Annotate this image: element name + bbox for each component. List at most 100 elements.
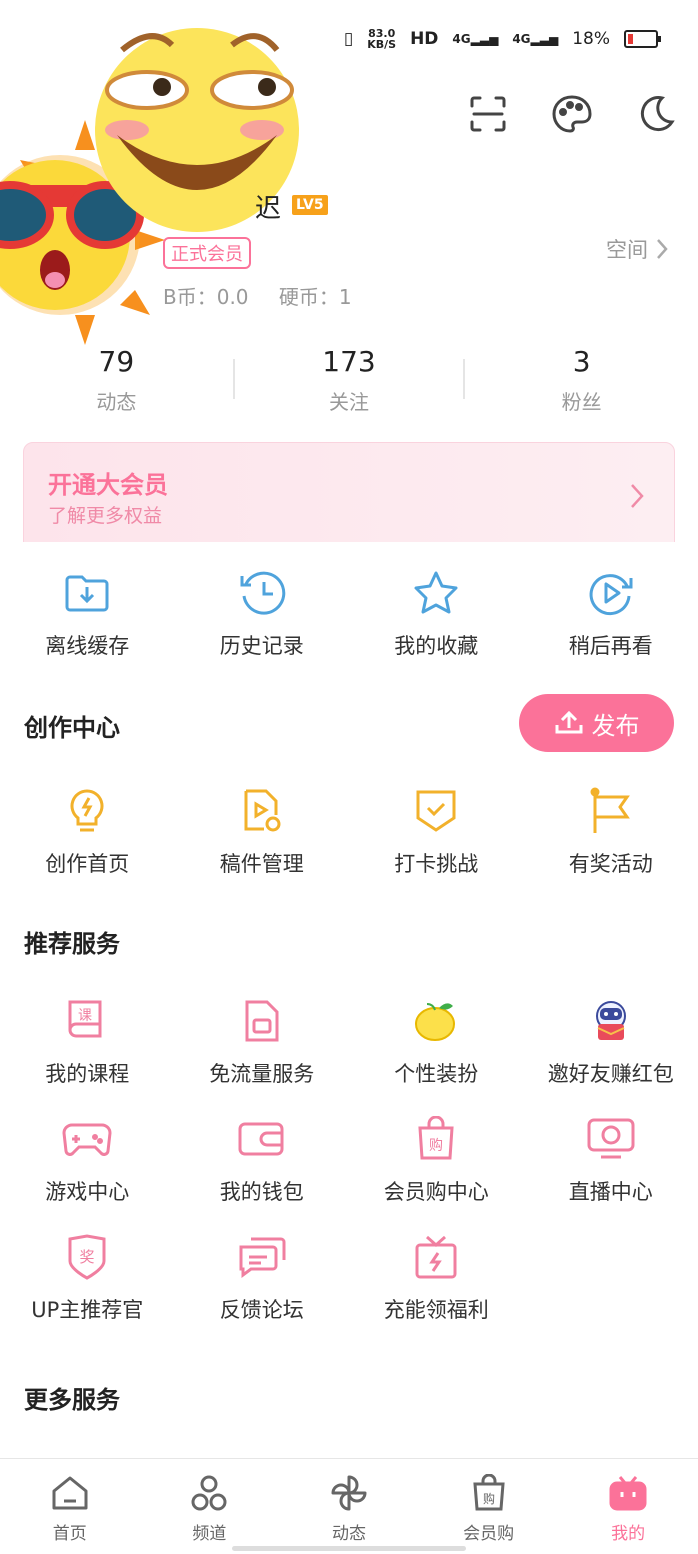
stat-label: 动态 <box>0 386 233 415</box>
bulb-icon <box>67 788 107 834</box>
gamepad-icon <box>62 1119 112 1159</box>
manuscript-manage-button[interactable]: 稿件管理 <box>175 788 350 878</box>
stat-value: 79 <box>0 345 233 378</box>
coin-balance: B币：0.0 硬币：1 <box>163 281 376 310</box>
quick-actions: 离线缓存 历史记录 我的收藏 稍后再看 <box>0 570 698 660</box>
sim-card-icon <box>243 998 281 1044</box>
vip-status-tag: 正式会员 <box>163 237 251 269</box>
feedback-chat-icon <box>237 1235 287 1279</box>
nav-channel[interactable]: 频道 <box>140 1459 280 1554</box>
scan-icon[interactable] <box>466 92 510 136</box>
night-mode-icon[interactable] <box>634 92 678 136</box>
vibrate-icon: ▯ <box>344 29 353 49</box>
chevron-right-icon <box>630 483 644 509</box>
network-speed: 83.0 KB/S <box>367 28 396 50</box>
wallet-button[interactable]: 我的钱包 <box>175 1116 350 1206</box>
nav-mine[interactable]: 我的 <box>558 1459 698 1554</box>
coin: 硬币：1 <box>279 285 352 309</box>
invite-mascot-icon <box>586 998 636 1044</box>
nav-label: 频道 <box>140 1519 280 1544</box>
star-icon <box>412 570 460 616</box>
watch-later-icon <box>587 570 635 616</box>
lemon-icon <box>413 998 459 1044</box>
user-stats: 79 动态 173 关注 3 粉丝 <box>0 345 698 415</box>
vip-banner-subtitle: 了解更多权益 <box>48 501 162 528</box>
upload-icon <box>554 710 584 736</box>
svg-text:购: 购 <box>483 1491 495 1506</box>
nav-label: 会员购 <box>419 1519 559 1544</box>
vip-banner[interactable]: 开通大会员 了解更多权益 <box>23 442 675 554</box>
favorites-button[interactable]: 我的收藏 <box>349 570 524 660</box>
home-indicator <box>232 1546 466 1551</box>
flag-icon <box>589 787 633 835</box>
divider <box>233 359 235 399</box>
invite-friends-button[interactable]: 邀好友赚红包 <box>524 998 698 1088</box>
home-icon <box>51 1475 89 1511</box>
game-center-button[interactable]: 游戏中心 <box>0 1116 175 1206</box>
grid-label: 历史记录 <box>175 630 350 660</box>
nav-home[interactable]: 首页 <box>0 1459 140 1554</box>
live-center-button[interactable]: 直播中心 <box>524 1116 698 1206</box>
grid-label: 反馈论坛 <box>175 1294 350 1324</box>
grid-label: 离线缓存 <box>0 630 175 660</box>
download-folder-icon <box>64 573 110 613</box>
channel-icon <box>190 1474 228 1512</box>
net2-label: 4G <box>512 32 530 46</box>
checkin-icon <box>414 788 458 834</box>
hd-indicator: HD <box>410 29 438 49</box>
grid-label: 游戏中心 <box>0 1176 175 1206</box>
svg-text:奖: 奖 <box>80 1248 95 1266</box>
nav-label: 动态 <box>279 1519 419 1544</box>
tv-mine-icon <box>608 1474 648 1512</box>
palette-icon[interactable] <box>550 92 594 136</box>
grid-label: 充能领福利 <box>349 1294 524 1324</box>
username: 迟 <box>255 188 281 225</box>
stat-dynamics[interactable]: 79 动态 <box>0 345 233 415</box>
feedback-forum-button[interactable]: 反馈论坛 <box>175 1234 350 1324</box>
b-coin: B币：0.0 <box>163 285 249 309</box>
nav-dynamics[interactable]: 动态 <box>279 1459 419 1554</box>
up-recommender-button[interactable]: 奖 UP主推荐官 <box>0 1234 175 1324</box>
level-badge: LV5 <box>292 195 328 215</box>
vip-banner-title: 开通大会员 <box>48 465 168 500</box>
watch-later-button[interactable]: 稍后再看 <box>524 570 698 660</box>
vip-shop-center-button[interactable]: 购 会员购中心 <box>349 1116 524 1206</box>
grid-label: 会员购中心 <box>349 1176 524 1206</box>
svg-text:购: 购 <box>429 1138 443 1154</box>
pinwheel-icon <box>330 1474 368 1512</box>
nav-vip-shop[interactable]: 购 会员购 <box>419 1459 559 1554</box>
my-course-button[interactable]: 课 我的课程 <box>0 998 175 1088</box>
stat-value: 173 <box>233 345 466 378</box>
grid-label: 稍后再看 <box>524 630 698 660</box>
decoration-button[interactable]: 个性装扮 <box>349 998 524 1088</box>
grid-label: 有奖活动 <box>524 848 698 878</box>
checkin-challenge-button[interactable]: 打卡挑战 <box>349 788 524 878</box>
charge-welfare-button[interactable]: 充能领福利 <box>349 1234 524 1324</box>
stat-label: 粉丝 <box>465 386 698 415</box>
course-icon: 课 <box>66 998 108 1044</box>
grid-label: 稿件管理 <box>175 848 350 878</box>
space-label: 空间 <box>606 234 648 264</box>
stat-value: 3 <box>465 345 698 378</box>
publish-button[interactable]: 发布 <box>519 694 674 752</box>
grid-label: 邀好友赚红包 <box>524 1058 698 1088</box>
free-data-button[interactable]: 免流量服务 <box>175 998 350 1088</box>
speed-unit: KB/S <box>367 39 396 50</box>
offline-cache-button[interactable]: 离线缓存 <box>0 570 175 660</box>
grid-label: 打卡挑战 <box>349 848 524 878</box>
award-badge-icon: 奖 <box>66 1233 108 1281</box>
shop-bag-icon: 购 <box>470 1474 508 1512</box>
history-clock-icon <box>238 570 286 616</box>
signal-2: 4G▂▃▅ <box>512 32 558 46</box>
history-button[interactable]: 历史记录 <box>175 570 350 660</box>
space-link[interactable]: 空间 <box>606 234 668 264</box>
signal-1: 4G▂▃▅ <box>452 32 498 46</box>
battery-icon <box>624 30 658 48</box>
stat-followers[interactable]: 3 粉丝 <box>465 345 698 415</box>
nav-label: 首页 <box>0 1519 140 1544</box>
reward-activity-button[interactable]: 有奖活动 <box>524 788 698 878</box>
creation-home-button[interactable]: 创作首页 <box>0 788 175 878</box>
stat-following[interactable]: 173 关注 <box>233 345 466 415</box>
publish-label: 发布 <box>592 706 640 741</box>
bottom-nav: 首页 频道 动态 购 会员购 我的 <box>0 1458 698 1554</box>
